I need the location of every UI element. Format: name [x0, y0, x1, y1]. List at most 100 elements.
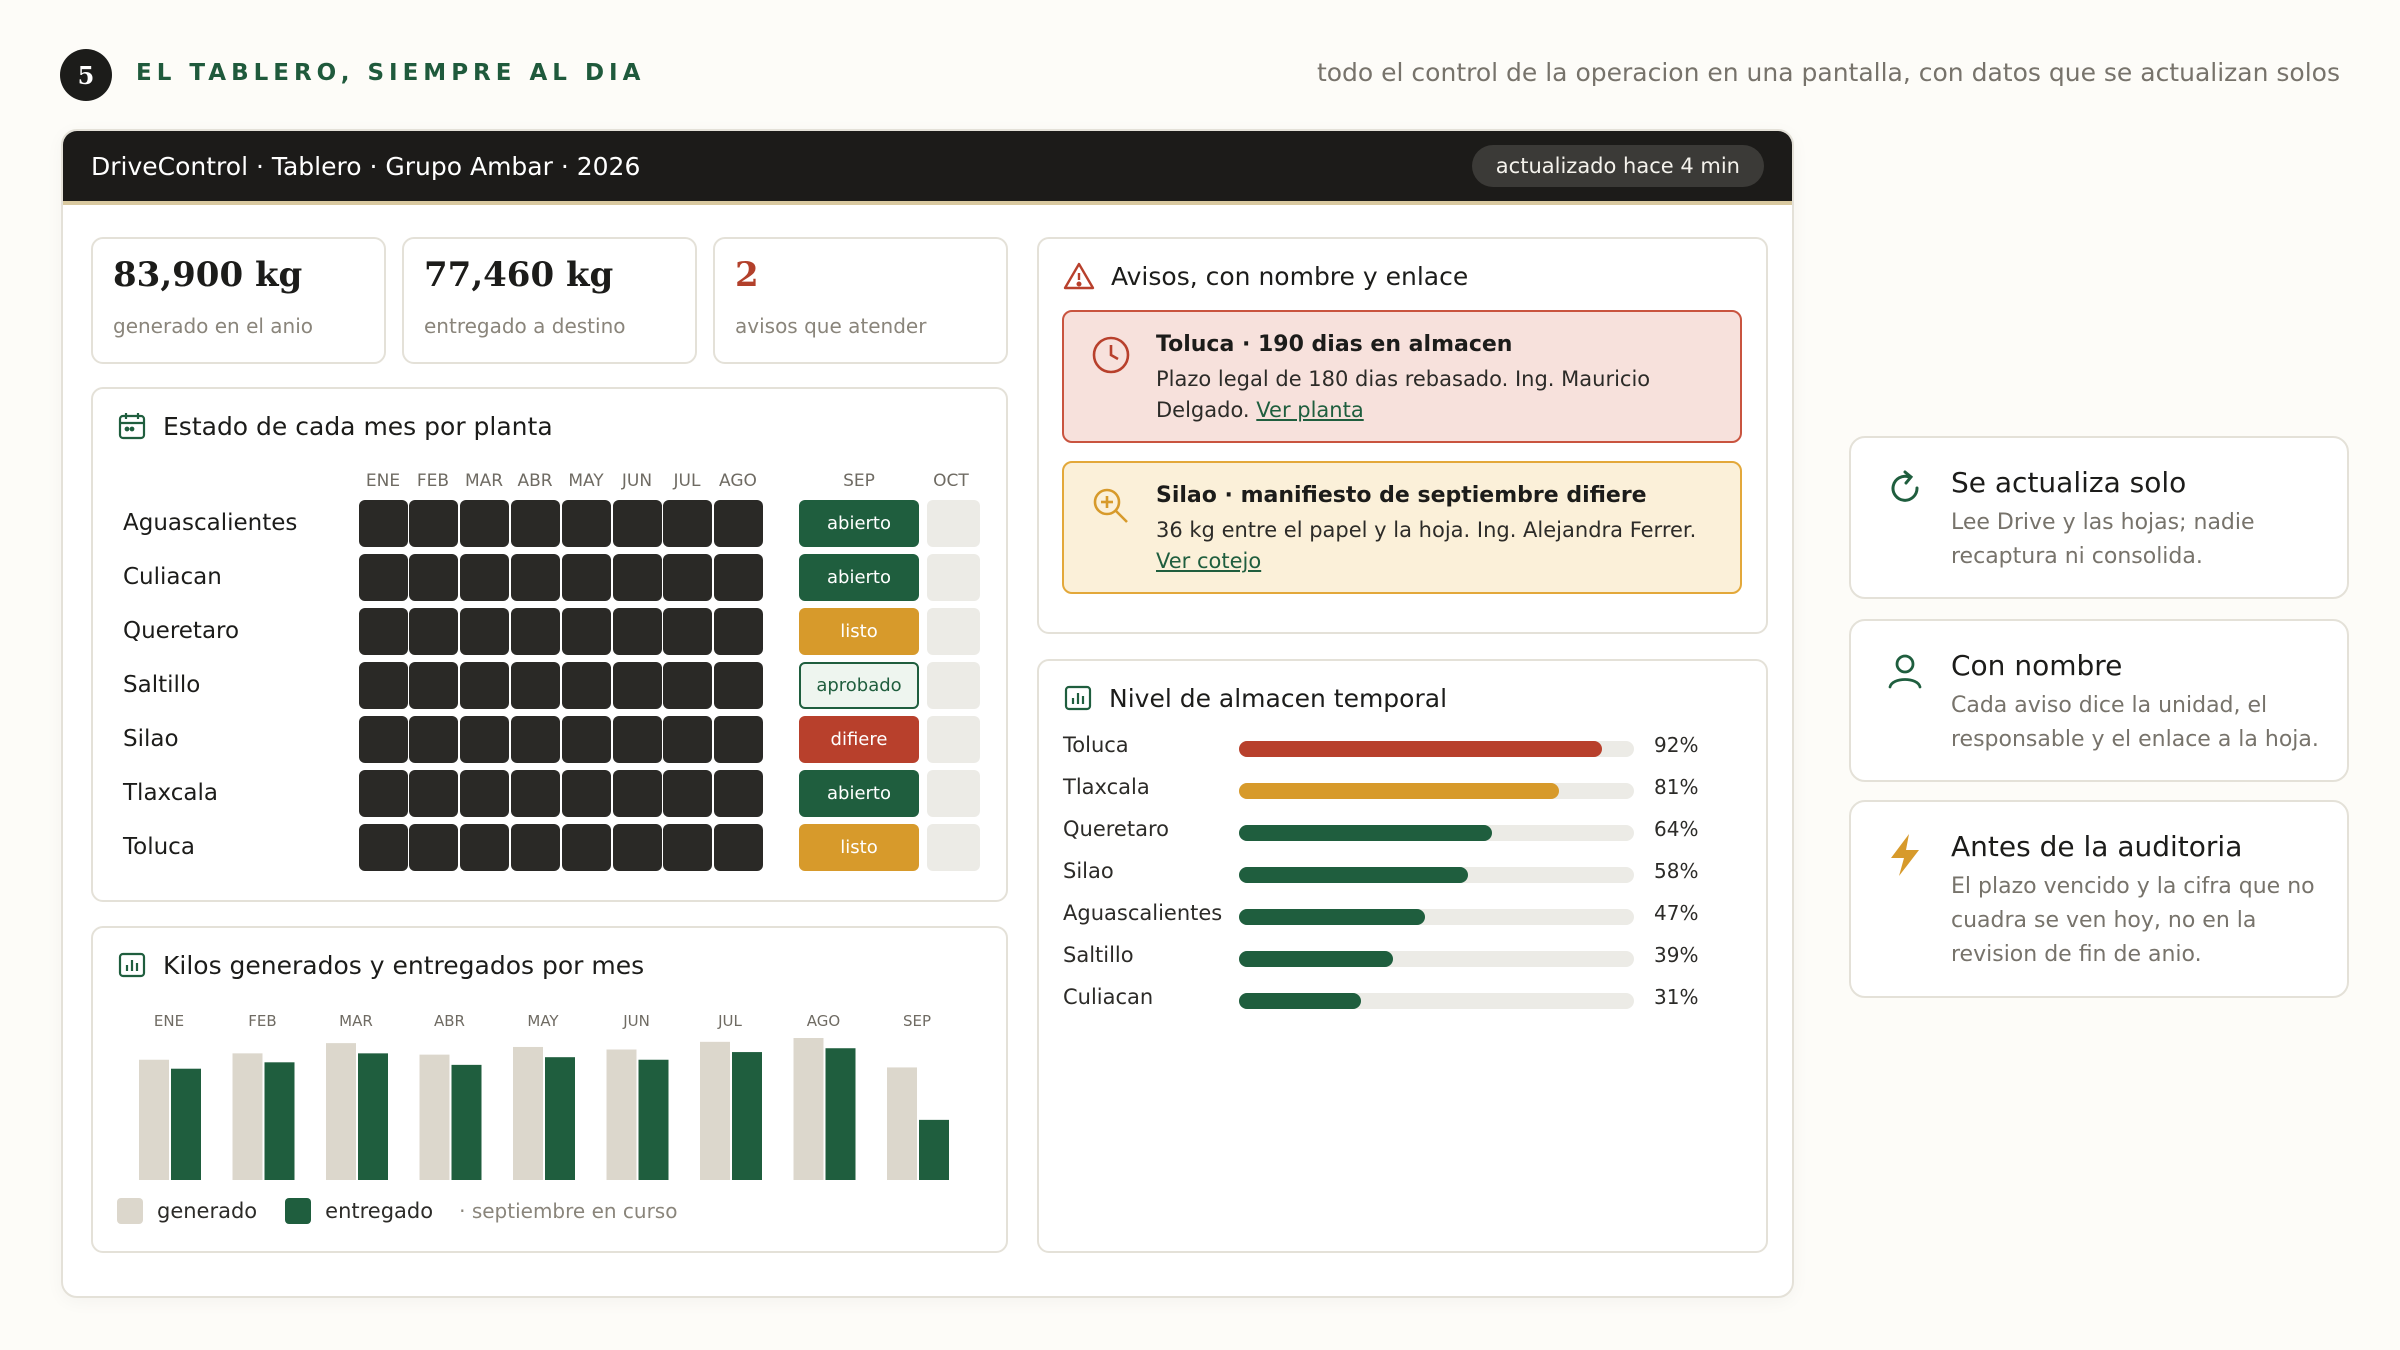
month-cell-closed[interactable] [663, 500, 712, 547]
month-cell-closed[interactable] [562, 770, 611, 817]
alert-card-silao[interactable]: Silao · manifiesto de septiembre difiere… [1062, 461, 1742, 594]
storage-level-percent: 31% [1654, 985, 1699, 1009]
month-cell-closed[interactable] [613, 554, 662, 601]
month-cell-closed[interactable] [460, 824, 509, 871]
bar-entregado-ago [825, 1048, 856, 1180]
bar-entregado-abr [451, 1064, 482, 1180]
month-cell-closed[interactable] [409, 554, 458, 601]
month-cell-closed[interactable] [511, 662, 560, 709]
kpi-value: 83,900 kg [113, 255, 303, 295]
month-cell-closed[interactable] [460, 662, 509, 709]
storage-level-track [1239, 783, 1634, 799]
month-cell-closed[interactable] [359, 662, 408, 709]
storage-plant-name: Culiacan [1063, 985, 1154, 1009]
alert-card-toluca[interactable]: Toluca · 190 dias en almacen Plazo legal… [1062, 310, 1742, 443]
bar-entregado-jun [638, 1059, 669, 1180]
month-cell-closed[interactable] [613, 824, 662, 871]
month-status-badge[interactable]: difiere [799, 716, 919, 763]
month-cell-closed[interactable] [409, 770, 458, 817]
month-cell-closed[interactable] [359, 500, 408, 547]
bar-entregado-may [545, 1057, 575, 1180]
month-cell-closed[interactable] [663, 608, 712, 655]
storage-level-fill [1239, 867, 1469, 883]
alert-link-ver-planta[interactable]: Ver planta [1256, 398, 1363, 422]
month-cell-closed[interactable] [613, 716, 662, 763]
month-cell-closed[interactable] [714, 716, 763, 763]
month-cell-closed[interactable] [663, 770, 712, 817]
feature-body: Cada aviso dice la unidad, el responsabl… [1951, 693, 2319, 752]
legend-swatch-generated [117, 1198, 143, 1224]
kilos-chart-panel: Kilos generados y entregados por mes ENE… [91, 926, 1008, 1253]
month-header: ENE [365, 471, 401, 491]
month-cell-closed[interactable] [409, 824, 458, 871]
alert-title: Silao · manifiesto de septiembre difiere [1156, 483, 1647, 508]
month-cell-closed[interactable] [359, 608, 408, 655]
bar-entregado-ene [171, 1068, 201, 1180]
bar-entregado-sep [919, 1119, 949, 1180]
month-cell-closed[interactable] [613, 608, 662, 655]
panel-heading: Kilos generados y entregados por mes [117, 950, 644, 980]
month-cell-closed[interactable] [409, 608, 458, 655]
month-cell-closed[interactable] [613, 500, 662, 547]
month-cell-closed[interactable] [460, 608, 509, 655]
refresh-icon [1891, 470, 1919, 502]
month-cell-closed[interactable] [460, 716, 509, 763]
month-cell-closed[interactable] [663, 662, 712, 709]
month-cell-closed[interactable] [714, 500, 763, 547]
month-cell-closed[interactable] [613, 662, 662, 709]
month-cell-closed[interactable] [562, 824, 611, 871]
month-cell-closed[interactable] [714, 608, 763, 655]
month-cell-closed[interactable] [714, 770, 763, 817]
month-cell-closed[interactable] [714, 554, 763, 601]
kpi-value: 2 [735, 255, 759, 295]
month-cell-closed[interactable] [359, 716, 408, 763]
window-titlebar: DriveControl · Tablero · Grupo Ambar · 2… [63, 131, 1792, 205]
month-cell-closed[interactable] [511, 554, 560, 601]
month-status-badge[interactable]: listo [799, 608, 919, 655]
month-cell-closed[interactable] [663, 716, 712, 763]
month-header: MAR [464, 471, 504, 491]
month-cell-closed[interactable] [460, 770, 509, 817]
month-cell-closed[interactable] [511, 716, 560, 763]
chart-legend: generado entregado · septiembre en curso [117, 1198, 677, 1224]
month-cell-closed[interactable] [562, 716, 611, 763]
month-cell-closed[interactable] [511, 500, 560, 547]
month-cell-empty [927, 554, 980, 601]
month-status-badge[interactable]: listo [799, 824, 919, 871]
alert-text: Plazo legal de 180 dias rebasado. Ing. M… [1156, 367, 1651, 422]
plant-name: Culiacan [123, 564, 222, 590]
month-cell-closed[interactable] [511, 608, 560, 655]
month-cell-closed[interactable] [613, 770, 662, 817]
storage-level-fill [1239, 825, 1492, 841]
month-cell-closed[interactable] [562, 500, 611, 547]
chart-x-tick-label: ABR [434, 1012, 465, 1030]
chart-x-tick-label: FEB [248, 1012, 277, 1030]
month-cell-closed[interactable] [714, 662, 763, 709]
month-cell-closed[interactable] [460, 554, 509, 601]
legend-label-delivered: entregado [325, 1199, 434, 1223]
month-cell-closed[interactable] [460, 500, 509, 547]
month-cell-closed[interactable] [562, 608, 611, 655]
month-cell-closed[interactable] [409, 716, 458, 763]
storage-level-percent: 58% [1654, 859, 1699, 883]
month-cell-closed[interactable] [409, 500, 458, 547]
month-status-badge[interactable]: aprobado [799, 662, 919, 709]
month-cell-closed[interactable] [359, 770, 408, 817]
panel-title: Nivel de almacen temporal [1109, 683, 1448, 713]
month-header: FEB [416, 471, 450, 491]
storage-level-percent: 92% [1654, 733, 1699, 757]
month-cell-closed[interactable] [663, 824, 712, 871]
month-cell-closed[interactable] [359, 554, 408, 601]
month-cell-closed[interactable] [562, 662, 611, 709]
alert-link-ver-cotejo[interactable]: Ver cotejo [1156, 549, 1261, 573]
month-status-badge[interactable]: abierto [799, 500, 919, 547]
month-cell-closed[interactable] [663, 554, 712, 601]
month-cell-closed[interactable] [409, 662, 458, 709]
month-cell-closed[interactable] [714, 824, 763, 871]
month-status-badge[interactable]: abierto [799, 554, 919, 601]
month-cell-closed[interactable] [562, 554, 611, 601]
month-cell-closed[interactable] [511, 824, 560, 871]
month-cell-closed[interactable] [359, 824, 408, 871]
month-cell-closed[interactable] [511, 770, 560, 817]
month-status-badge[interactable]: abierto [799, 770, 919, 817]
